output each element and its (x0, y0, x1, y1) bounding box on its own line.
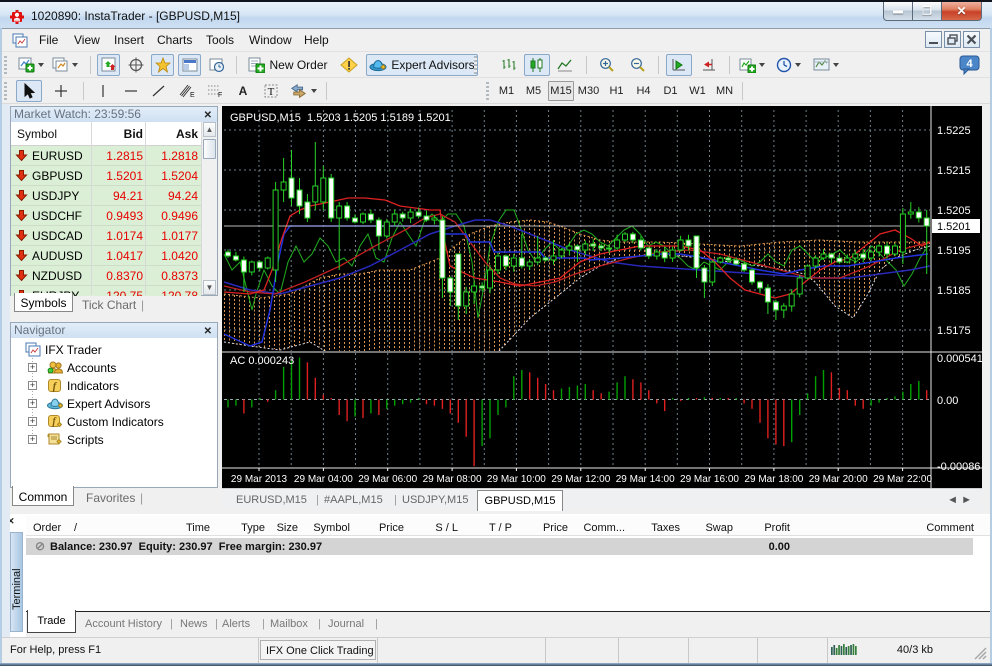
svg-text:29 Mar 10:00: 29 Mar 10:00 (487, 474, 546, 485)
svg-text:1.5185: 1.5185 (937, 285, 971, 297)
svg-text:29 Mar 04:00: 29 Mar 04:00 (294, 474, 353, 485)
svg-text:1.5225: 1.5225 (937, 125, 971, 137)
svg-text:29 Mar 22:00: 29 Mar 22:00 (873, 474, 932, 485)
svg-text:-0.00086: -0.00086 (937, 461, 980, 473)
svg-text:29 Mar 12:00: 29 Mar 12:00 (551, 474, 610, 485)
svg-text:1.5195: 1.5195 (937, 245, 971, 257)
svg-text:F: F (218, 92, 222, 99)
svg-text:1.5175: 1.5175 (937, 325, 971, 337)
svg-text:29 Mar 18:00: 29 Mar 18:00 (744, 474, 803, 485)
svg-text:1.5201: 1.5201 (937, 221, 971, 233)
svg-text:1.5215: 1.5215 (937, 165, 971, 177)
svg-text:T: T (268, 86, 275, 98)
svg-text:1.5205: 1.5205 (937, 205, 971, 217)
svg-text:E: E (190, 92, 195, 99)
svg-text:29 Mar 14:00: 29 Mar 14:00 (616, 474, 675, 485)
svg-text:AC 0.000243: AC 0.000243 (230, 355, 294, 367)
svg-text:29 Mar 16:00: 29 Mar 16:00 (680, 474, 739, 485)
svg-text:29 Mar 2013: 29 Mar 2013 (231, 474, 288, 485)
svg-text:0.000541: 0.000541 (937, 353, 982, 365)
svg-text:0.00: 0.00 (937, 395, 958, 407)
svg-text:29 Mar 06:00: 29 Mar 06:00 (358, 474, 417, 485)
svg-text:4: 4 (966, 58, 973, 70)
svg-text:29 Mar 08:00: 29 Mar 08:00 (423, 474, 482, 485)
svg-text:29 Mar 20:00: 29 Mar 20:00 (809, 474, 868, 485)
svg-text:GBPUSD,M15 1.5203 1.5205 1.51: GBPUSD,M15 1.5203 1.5205 1.5189 1.5201 (230, 112, 451, 124)
